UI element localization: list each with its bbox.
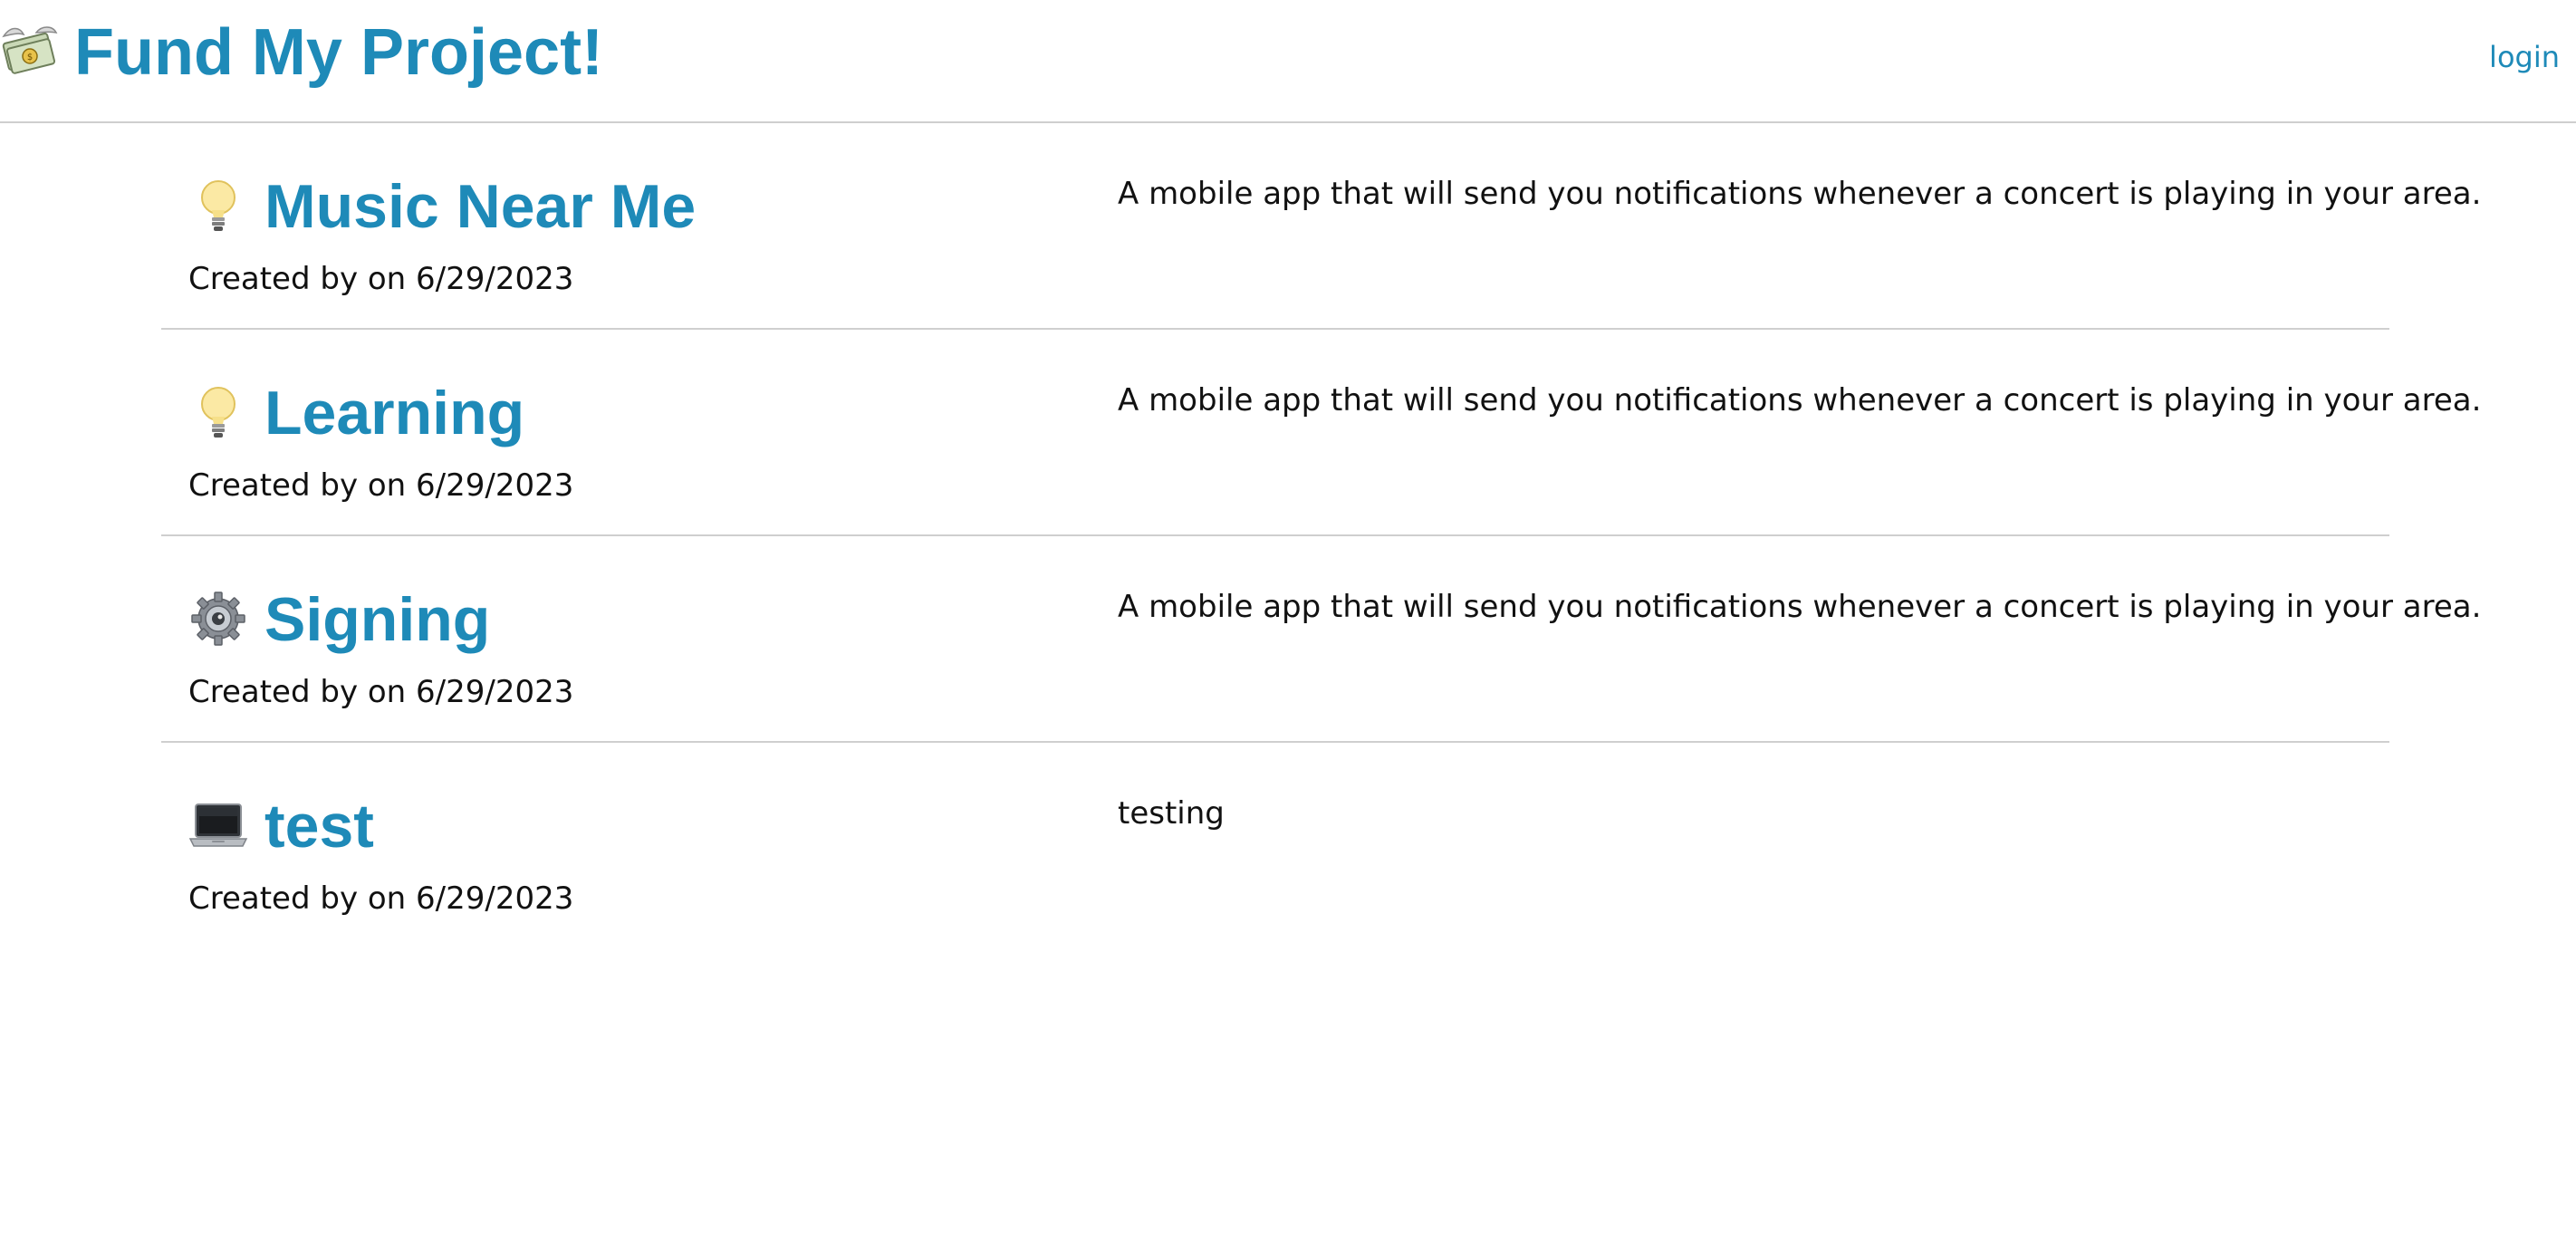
- list-item: Signing Created by on 6/29/2023 A mobile…: [161, 536, 2481, 743]
- login-link[interactable]: login: [2489, 34, 2560, 80]
- project-description: A mobile app that will send you notifica…: [1118, 589, 2482, 625]
- gear-icon: [188, 589, 248, 649]
- laptop-icon: [188, 795, 248, 855]
- light-bulb-icon: [188, 176, 248, 236]
- site-header: $ Fund My Project! login: [0, 0, 2576, 123]
- project-meta: Created by on 6/29/2023: [188, 261, 574, 297]
- list-item: Music Near Me Created by on 6/29/2023 A …: [161, 123, 2481, 330]
- project-meta: Created by on 6/29/2023: [188, 880, 574, 917]
- project-description: A mobile app that will send you notifica…: [1118, 176, 2482, 212]
- list-item: test Created by on 6/29/2023 testing: [161, 743, 2389, 949]
- project-title[interactable]: Signing: [264, 582, 490, 658]
- project-description: testing: [1118, 795, 1225, 832]
- project-meta: Created by on 6/29/2023: [188, 674, 574, 710]
- project-title[interactable]: test: [264, 788, 374, 864]
- project-meta: Created by on 6/29/2023: [188, 467, 574, 504]
- money-with-wings-icon: $: [0, 20, 58, 78]
- project-title[interactable]: Learning: [264, 375, 524, 451]
- project-list: Music Near Me Created by on 6/29/2023 A …: [161, 123, 2481, 949]
- list-item: Learning Created by on 6/29/2023 A mobil…: [161, 330, 2481, 536]
- project-title[interactable]: Music Near Me: [264, 168, 696, 245]
- project-description: A mobile app that will send you notifica…: [1118, 382, 2482, 418]
- light-bulb-icon: [188, 382, 248, 442]
- svg-text:$: $: [27, 53, 33, 63]
- site-title[interactable]: Fund My Project!: [74, 7, 603, 98]
